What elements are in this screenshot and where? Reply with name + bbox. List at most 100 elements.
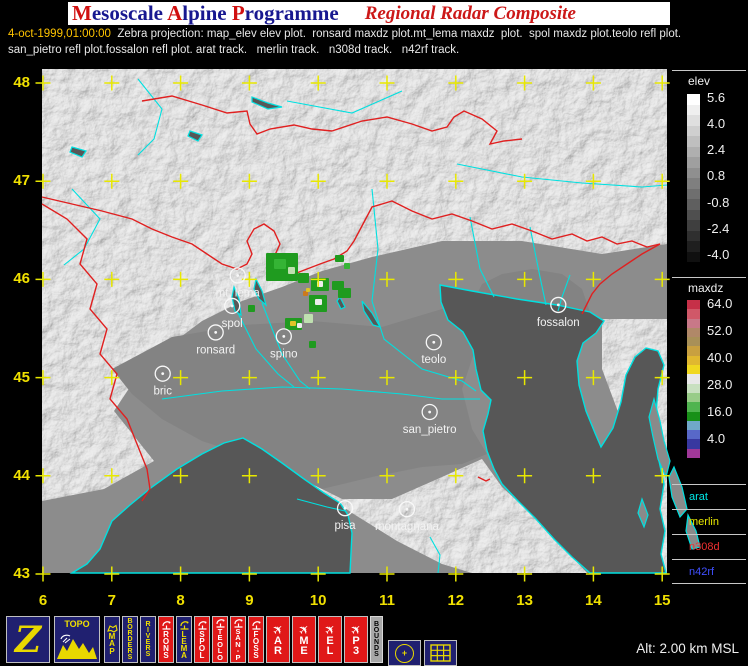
colorbar-cell xyxy=(687,384,700,393)
lat-axis-label: 45 xyxy=(2,369,30,386)
grid-icon xyxy=(430,644,451,662)
maxdz-colorbar xyxy=(687,300,700,458)
colorbar-tick-label: 28.0 xyxy=(707,377,747,392)
colorbar-tick-label: 5.6 xyxy=(707,90,747,105)
colorbar-cell xyxy=(687,365,700,374)
airplane-icon: ✈ xyxy=(270,621,286,637)
colorbar-tick-label: -2.4 xyxy=(707,221,747,236)
colorbar-cell xyxy=(687,319,700,328)
radar-site-label: spol xyxy=(222,318,243,330)
airplane-icon: ✈ xyxy=(296,621,312,637)
map-canvas[interactable]: mt_lemaspolronsardspinobricteolofossalon… xyxy=(42,69,667,573)
track-label: merlin xyxy=(689,516,719,528)
colorbar-cell xyxy=(687,439,700,448)
colorbar-cell xyxy=(687,337,700,346)
button-label: LEMA xyxy=(181,631,188,660)
airplane-icon: ✈ xyxy=(322,621,338,637)
reflectivity-echo xyxy=(315,299,322,305)
lat-axis-label: 48 xyxy=(2,74,30,91)
track-legend-arat: arat xyxy=(672,484,746,509)
colorbar-cell xyxy=(687,241,700,252)
toolbar-button-ar[interactable]: ✈AR xyxy=(266,616,290,663)
maxdz-legend-title: maxdz xyxy=(688,281,723,295)
elev-colorbar-labels: 5.64.02.40.8-0.8-2.4-4.0 xyxy=(707,90,747,262)
colorbar-tick-label: -4.0 xyxy=(707,247,747,262)
colorbar-cell xyxy=(687,94,700,105)
toolbar-button-borders[interactable]: BORDERS xyxy=(122,616,138,663)
track-label: n308d xyxy=(689,541,720,553)
radar-dish-icon xyxy=(251,620,262,631)
lat-axis-label: 44 xyxy=(2,467,30,484)
colorbar-cell xyxy=(687,300,700,309)
radar-site-label: mt_lema xyxy=(216,287,261,299)
reflectivity-echo xyxy=(304,314,313,323)
elev-colorbar xyxy=(687,94,700,262)
radar-dish-icon xyxy=(197,620,208,631)
colorbar-cell xyxy=(687,374,700,383)
toolbar-button-me[interactable]: ✈ME xyxy=(292,616,316,663)
reflectivity-echo xyxy=(274,259,286,269)
colorbar-cell xyxy=(687,356,700,365)
lon-axis-label: 14 xyxy=(581,592,605,609)
toolbar-button-spol[interactable]: SPOL xyxy=(194,616,210,663)
lat-axis-label: 47 xyxy=(2,172,30,189)
radar-site-label: montagnana xyxy=(375,521,440,533)
button-label: SPOL xyxy=(199,631,205,660)
colorbar-cell xyxy=(687,136,700,147)
toolbar-button-el[interactable]: ✈EL xyxy=(318,616,342,663)
toolbar-button-zebra-logo[interactable]: Z xyxy=(6,616,50,663)
zebra-window: Mesoscale Alpine Programme Regional Rada… xyxy=(0,0,748,666)
button-label: SAN-P xyxy=(235,629,240,661)
toolbar-button-p3[interactable]: ✈P3 xyxy=(344,616,368,663)
colorbar-cell xyxy=(687,231,700,242)
colorbar-cell xyxy=(687,449,700,458)
zebra-logo-icon: Z xyxy=(15,623,41,657)
toolbar-button-san-p[interactable]: SAN-P xyxy=(230,616,246,663)
toolbar-button-target[interactable]: + xyxy=(388,640,421,666)
maxdz-colorbar-labels: 64.052.040.028.016.04.0 xyxy=(707,296,747,446)
page-title: Mesoscale Alpine Programme xyxy=(68,1,339,26)
reflectivity-echo xyxy=(297,323,302,328)
button-label: MAP xyxy=(109,633,116,655)
radar-site-label: pisa xyxy=(334,520,356,532)
button-label: BORDERS xyxy=(127,619,132,661)
aircraft-track-legend: arat merlin n308d n42rf xyxy=(672,484,746,584)
colorbar-cell xyxy=(687,210,700,221)
colorbar-cell xyxy=(687,105,700,116)
radar-dish-icon xyxy=(161,620,172,631)
toolbar-button-rons[interactable]: RONS xyxy=(158,616,174,663)
button-label: BOUNDS xyxy=(374,622,379,658)
colorbar-cell xyxy=(687,199,700,210)
toolbar-button-foss[interactable]: FOSS xyxy=(248,616,264,663)
toolbar-button-teolo[interactable]: TEOLO xyxy=(212,616,228,663)
reflectivity-echo xyxy=(344,263,350,269)
radar-site-label: san_pietro xyxy=(403,424,457,436)
colorbar-tick-label: 40.0 xyxy=(707,350,747,365)
toolbar-button-bounds[interactable]: BOUNDS xyxy=(370,616,383,663)
reflectivity-echo xyxy=(309,341,316,348)
reflectivity-echo xyxy=(335,255,344,262)
colorbar-cell xyxy=(687,412,700,421)
colorbar-cell xyxy=(687,147,700,158)
colorbar-cell xyxy=(687,421,700,430)
colorbar-tick-label: 16.0 xyxy=(707,404,747,419)
toolbar-button-map[interactable]: MAP xyxy=(104,616,120,663)
reflectivity-echo xyxy=(298,273,309,283)
toolbar-button-lema[interactable]: LEMA xyxy=(176,616,192,663)
colorbar-cell xyxy=(687,346,700,355)
colorbar-tick-label: 52.0 xyxy=(707,323,747,338)
track-label: n42rf xyxy=(689,566,714,578)
toolbar-button-topo[interactable]: TOPO xyxy=(54,616,100,663)
colorbar-cell xyxy=(687,393,700,402)
toolbar-button-gridtool[interactable] xyxy=(424,640,457,666)
button-label: AR xyxy=(274,636,282,656)
colorbar-cell xyxy=(687,115,700,126)
colorbar-cell xyxy=(687,402,700,411)
plot-description-line2: san_pietro refl plot.fossalon refl plot.… xyxy=(8,44,459,56)
lon-axis-label: 9 xyxy=(237,592,261,609)
lon-axis-label: 10 xyxy=(306,592,330,609)
track-label: arat xyxy=(689,491,708,503)
toolbar-button-rivers[interactable]: RIVERS xyxy=(140,616,156,663)
lon-axis-label: 8 xyxy=(169,592,193,609)
title-bar: Mesoscale Alpine Programme Regional Rada… xyxy=(68,2,670,25)
